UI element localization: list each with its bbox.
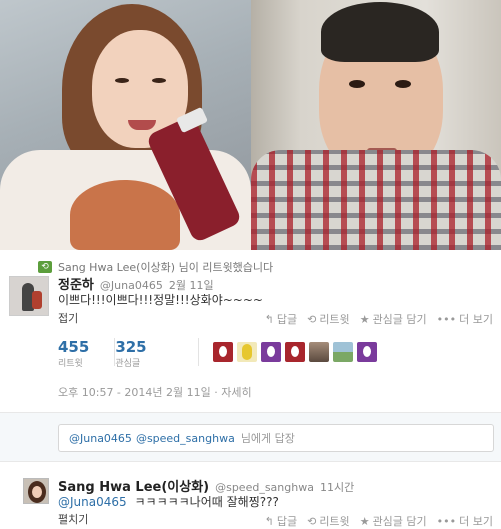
user-avatar[interactable]: [285, 342, 305, 362]
avatar[interactable]: [9, 276, 49, 316]
more-button[interactable]: ••• 더 보기: [437, 513, 493, 529]
retweet-button[interactable]: ⟲ 리트윗: [307, 311, 350, 327]
divider: [198, 338, 199, 366]
favorite-button[interactable]: ★ 관심글 담기: [360, 311, 427, 327]
retweet-count: 455: [58, 338, 90, 356]
favorite-label: 관심글: [115, 359, 141, 369]
tweet-photos[interactable]: [0, 0, 501, 250]
photo-man-selfie[interactable]: [251, 0, 501, 250]
reply-button[interactable]: ↰ 답글: [265, 311, 297, 327]
more-dots-icon: •••: [436, 312, 457, 326]
user-avatar[interactable]: [237, 342, 257, 362]
details-link[interactable]: 자세히: [221, 386, 251, 399]
retweet-button[interactable]: ⟲ 리트윗: [307, 513, 350, 529]
retweet-stat[interactable]: 455 리트윗: [58, 338, 89, 369]
tweet-text: 이쁘다!!!이쁘다!!!정말!!!상화야~~~~: [58, 293, 263, 307]
retweet-icon: ⟲: [307, 312, 317, 326]
retweet-banner-text: Sang Hwa Lee(이상화) 님이 리트윗했습니다: [58, 261, 274, 274]
user-avatar[interactable]: [357, 342, 377, 362]
reply-placeholder-suffix: 님에게 답장: [240, 432, 295, 445]
tweet-actions: ↰ 답글 ⟲ 리트윗 ★ 관심글 담기 ••• 더 보기: [265, 311, 493, 327]
retweet-icon: ⟲: [307, 514, 317, 528]
favoriter-avatars: [213, 342, 377, 362]
reply-mention: @speed_sanghwa: [135, 431, 235, 445]
photo-woman-with-drink[interactable]: [0, 0, 251, 250]
reply-mention: @Juna0465: [69, 431, 132, 445]
collapse-link[interactable]: 접기: [58, 310, 78, 326]
favorite-count: 325: [115, 338, 147, 356]
sweater-print: [70, 180, 180, 250]
retweet-banner: ⟲ Sang Hwa Lee(이상화) 님이 리트윗했습니다: [38, 259, 273, 275]
plaid-shirt: [251, 150, 501, 250]
user-avatar[interactable]: [261, 342, 281, 362]
reply-icon: ↰: [264, 514, 274, 528]
user-avatar[interactable]: [333, 342, 353, 362]
retweet-label: 리트윗: [58, 359, 83, 369]
reply-time[interactable]: 11시간: [320, 479, 354, 495]
retweet-icon: ⟲: [38, 261, 52, 273]
reply-avatar[interactable]: [23, 478, 49, 504]
reply-actions: ↰ 답글 ⟲ 리트윗 ★ 관심글 담기 ••• 더 보기: [265, 513, 493, 529]
favorite-stat[interactable]: 325 관심글: [115, 338, 146, 369]
expand-link[interactable]: 펼치기: [58, 511, 88, 527]
divider: [114, 338, 115, 366]
reply-text-mention[interactable]: @Juna0465: [58, 495, 127, 509]
user-avatar[interactable]: [213, 342, 233, 362]
more-button[interactable]: ••• 더 보기: [437, 311, 493, 327]
tweet-stats: 455 리트윗 325 관심글: [58, 338, 147, 369]
reply-text: @Juna0465 ㅋㅋㅋㅋㅋ나어때 잘해찡???: [58, 495, 279, 509]
reply-icon: ↰: [264, 312, 274, 326]
reply-area: @Juna0465 @speed_sanghwa 님에게 답장: [0, 412, 501, 462]
hair: [321, 2, 439, 62]
reply-button[interactable]: ↰ 답글: [265, 513, 297, 529]
more-dots-icon: •••: [436, 514, 457, 528]
reply-input[interactable]: @Juna0465 @speed_sanghwa 님에게 답장: [58, 424, 494, 452]
star-icon: ★: [359, 514, 370, 528]
favorite-button[interactable]: ★ 관심글 담기: [360, 513, 427, 529]
tweet-timestamp: 오후 10:57 - 2014년 2월 11일 · 자세히: [58, 386, 252, 399]
star-icon: ★: [359, 312, 370, 326]
user-avatar[interactable]: [309, 342, 329, 362]
